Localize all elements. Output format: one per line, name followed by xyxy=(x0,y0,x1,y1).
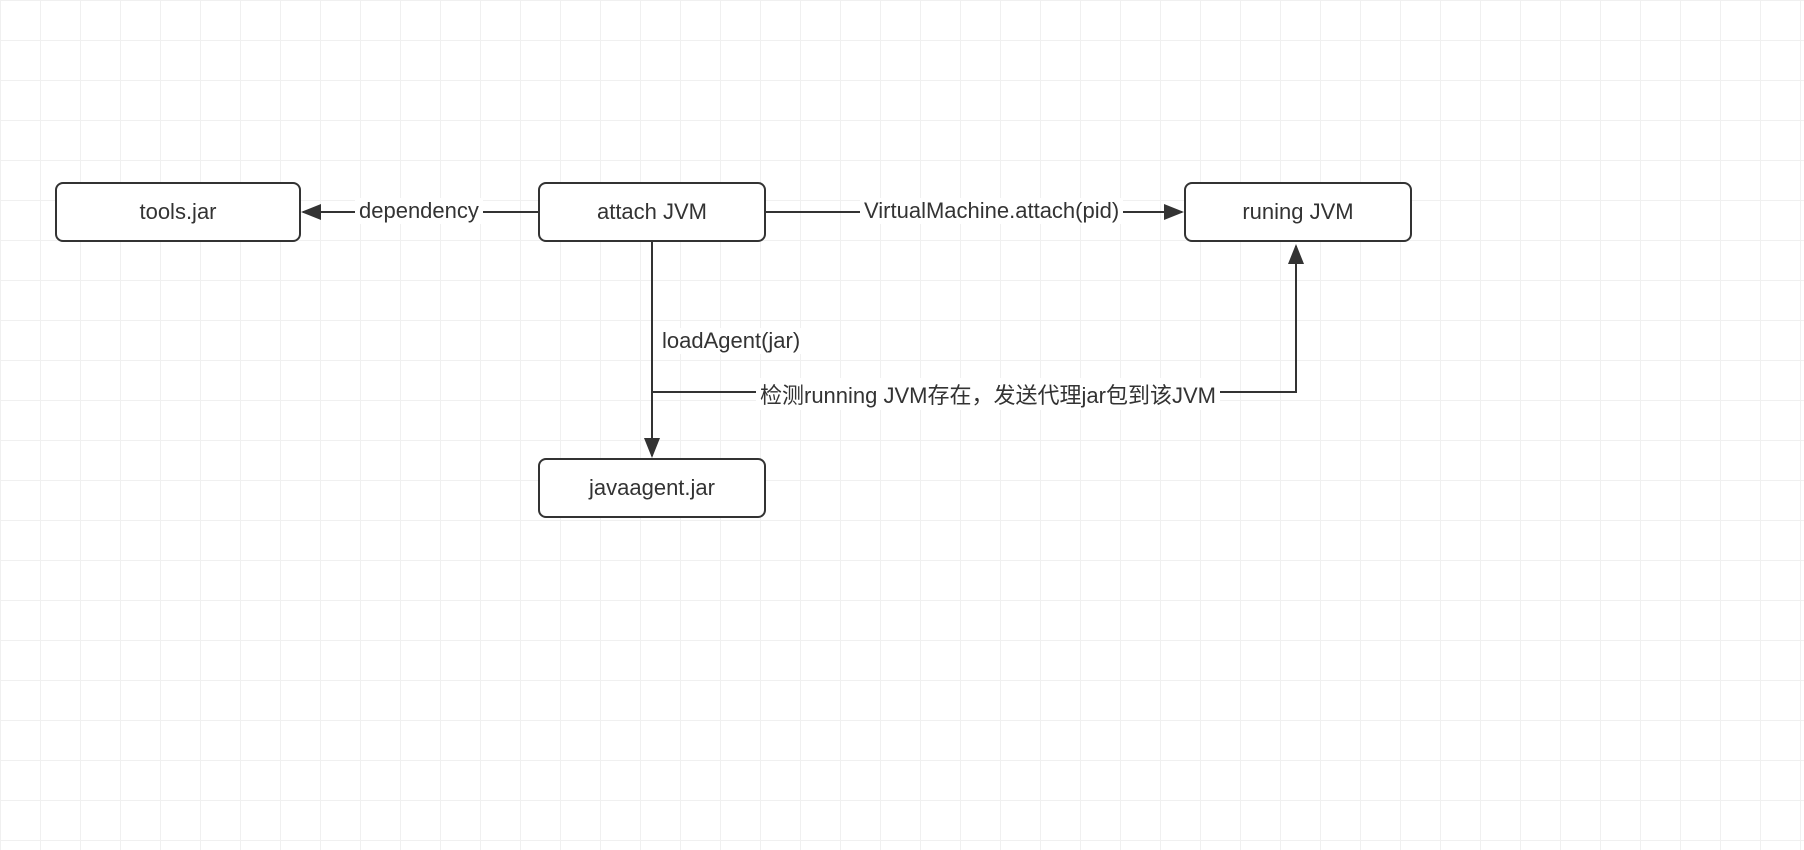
edge-label-load-agent: loadAgent(jar) xyxy=(658,328,804,354)
node-tools-jar: tools.jar xyxy=(55,182,301,242)
node-attach-jvm: attach JVM xyxy=(538,182,766,242)
diagram-arrows xyxy=(0,0,1804,850)
node-label: javaagent.jar xyxy=(589,475,715,501)
node-javaagent-jar: javaagent.jar xyxy=(538,458,766,518)
edge-label-virtual-machine-attach: VirtualMachine.attach(pid) xyxy=(860,198,1123,224)
edge-label-dependency: dependency xyxy=(355,198,483,224)
node-label: attach JVM xyxy=(597,199,707,225)
node-running-jvm: runing JVM xyxy=(1184,182,1412,242)
node-label: runing JVM xyxy=(1242,199,1353,225)
edge-label-send-agent: 检测running JVM存在，发送代理jar包到该JVM xyxy=(756,378,1220,410)
node-label: tools.jar xyxy=(139,199,216,225)
